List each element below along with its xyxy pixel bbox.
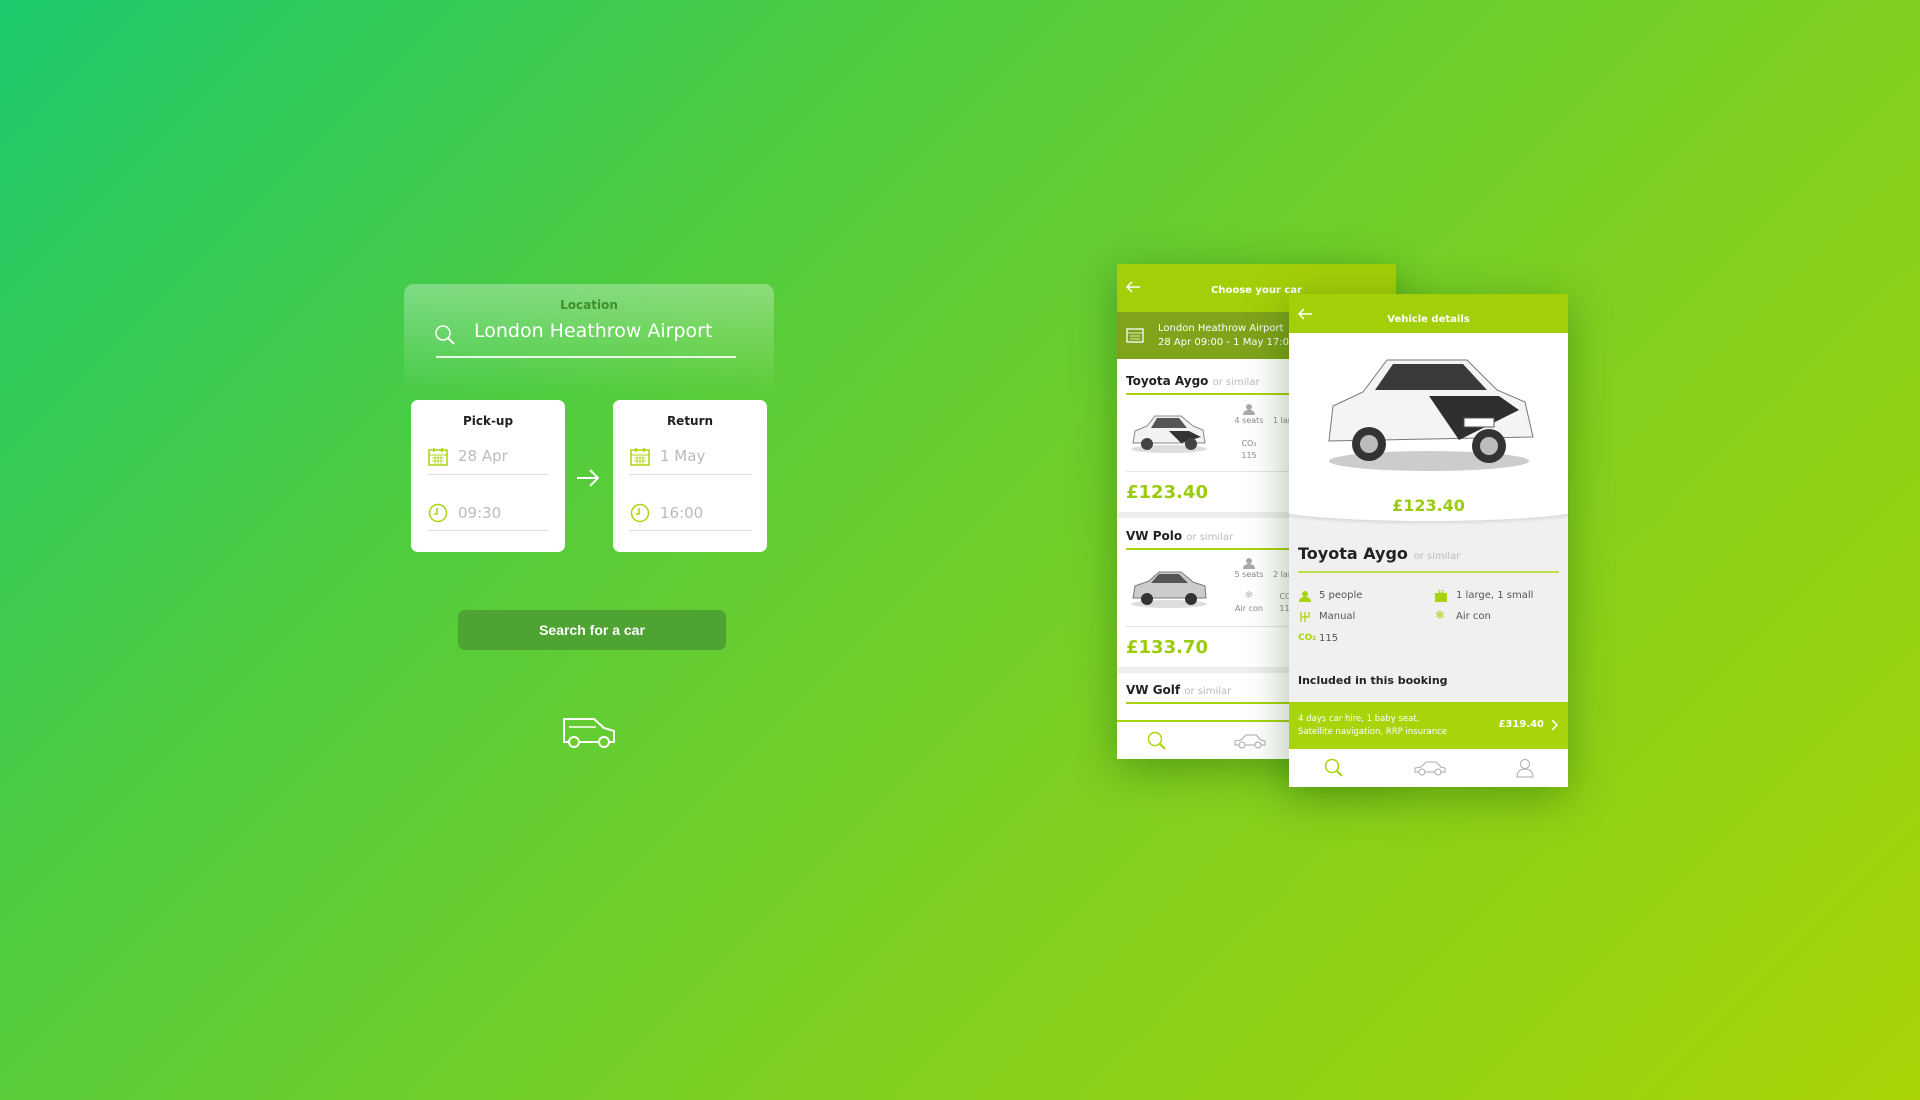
return-card: Return 1 May 16:00 bbox=[613, 400, 767, 552]
arrow-right-icon bbox=[577, 469, 600, 487]
car-nav-icon[interactable] bbox=[1233, 732, 1267, 750]
co2-label: CO₂ bbox=[1241, 439, 1257, 448]
or-similar: or similar bbox=[1212, 377, 1260, 388]
aircon: Air con bbox=[1235, 604, 1263, 613]
clock-icon bbox=[428, 503, 448, 523]
calendar-icon bbox=[428, 448, 448, 466]
luggage: 1 large, 1 small bbox=[1456, 590, 1534, 601]
car-icon bbox=[563, 718, 615, 748]
car-name[interactable]: VW Golf or similar bbox=[1126, 683, 1231, 697]
seats: 5 seats bbox=[1234, 570, 1264, 579]
person-icon bbox=[1243, 404, 1255, 415]
return-time-input[interactable]: 16:00 bbox=[660, 504, 703, 522]
car-nav-icon[interactable] bbox=[1413, 759, 1447, 777]
snowflake-icon: ❄ bbox=[1435, 608, 1446, 622]
divider bbox=[427, 474, 549, 475]
car-image bbox=[1131, 571, 1207, 608]
pickup-title: Pick-up bbox=[462, 414, 514, 428]
search-icon[interactable] bbox=[1324, 758, 1344, 778]
person-icon bbox=[1243, 558, 1255, 569]
included-bar[interactable]: 4 days car hire, 1 baby seat, Satellite … bbox=[1289, 702, 1568, 749]
person-icon bbox=[1299, 591, 1311, 602]
total-price: £319.40 bbox=[1498, 719, 1544, 730]
clock-icon bbox=[630, 503, 650, 523]
pickup-date-input[interactable]: 28 Apr bbox=[458, 447, 508, 465]
divider bbox=[1298, 571, 1559, 573]
car-name[interactable]: Toyota Aygo or similar bbox=[1126, 374, 1260, 388]
return-date-input[interactable]: 1 May bbox=[660, 447, 705, 465]
included-title: Included in this booking bbox=[1298, 674, 1448, 687]
included-line-1: 4 days car hire, 1 baby seat, bbox=[1298, 714, 1420, 724]
vehicle-details-screen: Vehicle details £123.40 Toyota Aygo or s… bbox=[1289, 294, 1568, 787]
pickup-card: Pick-up 28 Apr 09:30 bbox=[411, 400, 565, 552]
location-label: Location bbox=[560, 298, 618, 312]
search-car-button[interactable]: Search for a car bbox=[458, 610, 726, 650]
booking-location: London Heathrow Airport bbox=[1158, 323, 1284, 334]
vehicle-price: £123.40 bbox=[1392, 496, 1465, 515]
calendar-icon bbox=[630, 448, 650, 466]
aircon: Air con bbox=[1456, 611, 1491, 622]
chevron-right-icon bbox=[1551, 719, 1559, 731]
people: 5 people bbox=[1319, 590, 1363, 601]
search-icon bbox=[435, 325, 455, 345]
or-similar: or similar bbox=[1184, 686, 1232, 697]
screen-title: Vehicle details bbox=[1387, 314, 1470, 325]
car-image bbox=[1131, 415, 1207, 453]
car-price: £123.40 bbox=[1126, 482, 1208, 503]
header: Vehicle details bbox=[1289, 294, 1568, 333]
location-underline bbox=[436, 356, 736, 358]
location-panel: Location London Heathrow Airport bbox=[404, 284, 774, 394]
divider bbox=[427, 530, 549, 531]
or-similar: or similar bbox=[1186, 532, 1234, 543]
co2-value: 115 bbox=[1319, 633, 1339, 644]
co2-value: 115 bbox=[1241, 451, 1257, 460]
search-icon[interactable] bbox=[1147, 731, 1167, 751]
vehicle-name-text: Toyota Aygo bbox=[1298, 544, 1408, 563]
calendar-icon bbox=[1126, 328, 1144, 343]
bottom-nav bbox=[1289, 749, 1568, 787]
pickup-time-input[interactable]: 09:30 bbox=[458, 504, 501, 522]
return-title: Return bbox=[666, 414, 714, 428]
gearbox-icon bbox=[1300, 612, 1310, 622]
car-price: £133.70 bbox=[1126, 637, 1208, 658]
car-name-text: VW Polo bbox=[1126, 529, 1183, 543]
luggage-icon bbox=[1435, 590, 1447, 602]
divider bbox=[629, 474, 751, 475]
or-similar: or similar bbox=[1413, 551, 1461, 562]
user-icon[interactable] bbox=[1515, 758, 1534, 778]
included-line-2: Satellite navigation, RRP insurance bbox=[1298, 727, 1447, 737]
car-name-text: Toyota Aygo bbox=[1126, 374, 1209, 388]
divider bbox=[629, 530, 751, 531]
seats: 4 seats bbox=[1234, 416, 1264, 425]
snowflake-icon: ❄ bbox=[1244, 590, 1254, 601]
car-name[interactable]: VW Polo or similar bbox=[1126, 529, 1233, 543]
car-image bbox=[1328, 359, 1534, 471]
booking-dates: 28 Apr 09:00 - 1 May 17:00 bbox=[1158, 337, 1296, 348]
location-input[interactable]: London Heathrow Airport bbox=[474, 320, 712, 342]
co2-label: CO₂ bbox=[1298, 633, 1317, 643]
vehicle-name: Toyota Aygo or similar bbox=[1298, 544, 1460, 563]
car-name-text: VW Golf bbox=[1126, 683, 1181, 697]
transmission: Manual bbox=[1319, 611, 1356, 622]
